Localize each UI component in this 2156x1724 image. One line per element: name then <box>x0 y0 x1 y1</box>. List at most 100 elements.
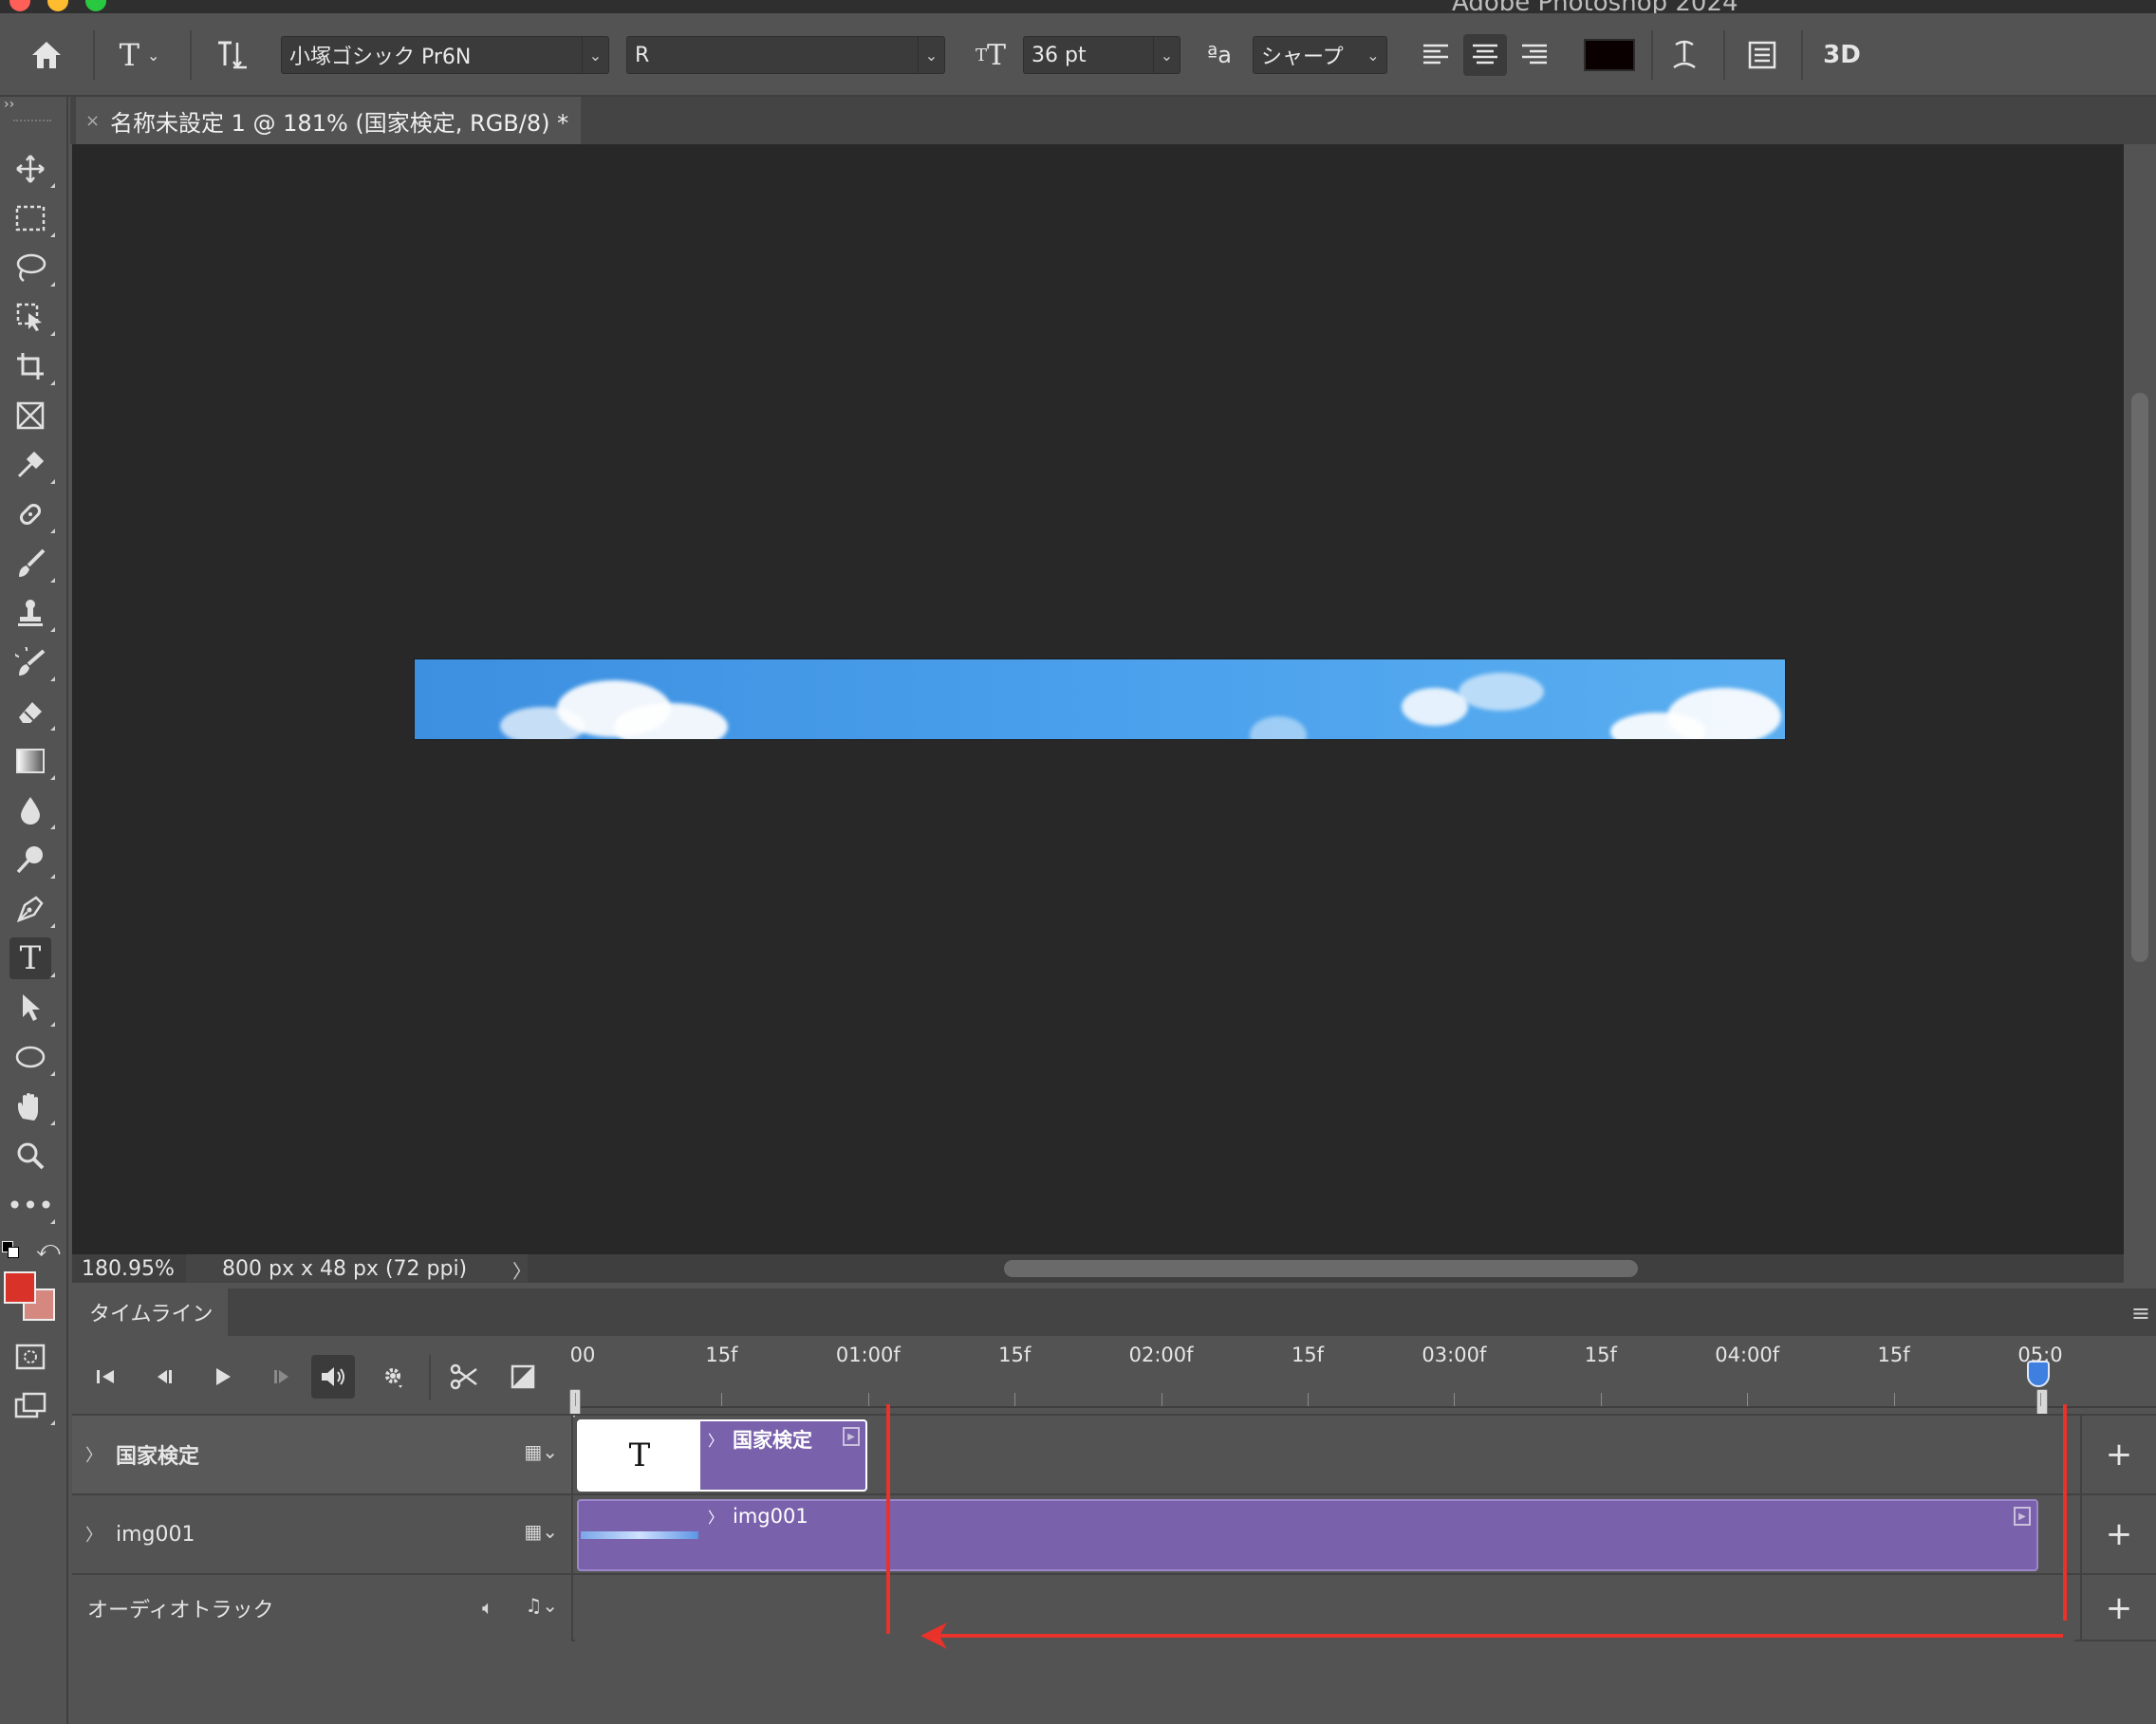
expand-track-icon[interactable]: 〉 <box>72 1442 116 1467</box>
chevron-right-icon[interactable]: 〉 <box>512 1256 531 1284</box>
track-header-img001[interactable]: 〉 img001 ▦⌄ <box>72 1495 573 1573</box>
track-header-kokka[interactable]: 〉 国家検定 ▦⌄ <box>72 1416 573 1493</box>
add-media-button[interactable]: + <box>2080 1416 2156 1493</box>
add-media-button[interactable]: + <box>2080 1495 2156 1573</box>
audio-track-lane[interactable] <box>575 1575 2074 1641</box>
playback-settings-button[interactable] <box>372 1355 416 1399</box>
align-left-button[interactable] <box>1414 34 1458 76</box>
ruler-label: 15f <box>1584 1344 1617 1366</box>
type-tool[interactable]: T <box>9 937 55 979</box>
pen-tool[interactable] <box>9 888 55 930</box>
minimize-window-button[interactable] <box>47 0 68 11</box>
expand-track-icon[interactable]: 〉 <box>72 1522 116 1547</box>
track-lane[interactable]: 〉 img001 ▶ <box>575 1495 2074 1573</box>
close-tab-icon[interactable]: × <box>85 111 110 131</box>
transition-button[interactable] <box>501 1355 545 1399</box>
home-button[interactable] <box>25 34 68 76</box>
clip-end-handle-icon[interactable]: ▶ <box>843 1427 860 1446</box>
chevron-right-icon[interactable]: 〉 <box>708 1428 723 1451</box>
timeline-tab[interactable]: タイムライン <box>72 1288 228 1336</box>
eraser-tool[interactable] <box>9 691 55 732</box>
history-brush-tool[interactable] <box>9 641 55 683</box>
document-info[interactable]: 800 px x 48 px (72 ppi) <box>186 1254 528 1283</box>
music-note-icon[interactable]: ♫⌄ <box>525 1594 558 1617</box>
add-audio-button[interactable]: + <box>2080 1575 2156 1641</box>
horizontal-scrollbar-thumb[interactable] <box>1004 1260 1638 1277</box>
hand-tool[interactable] <box>9 1085 55 1127</box>
quick-mask-button[interactable] <box>9 1336 51 1378</box>
ruler-label: 15f <box>1291 1344 1325 1366</box>
image-clip[interactable]: 〉 img001 ▶ <box>577 1499 2038 1571</box>
timeline-ruler[interactable]: 00 15f 01:00f 15f 02:00f 15f 03:00f 15f 04:00f 15… <box>569 1338 2156 1418</box>
crop-tool[interactable] <box>9 345 55 387</box>
warp-text-button[interactable] <box>1663 34 1706 76</box>
object-selection-tool[interactable] <box>9 296 55 338</box>
eyedropper-tool[interactable] <box>9 444 55 486</box>
vertical-scrollbar-thumb[interactable] <box>2131 393 2148 962</box>
blur-tool[interactable] <box>9 789 55 831</box>
sky-image[interactable] <box>414 658 1786 740</box>
mute-audio-button[interactable] <box>311 1355 355 1399</box>
zoom-level[interactable]: 180.95% <box>82 1254 175 1283</box>
marquee-tool[interactable] <box>9 197 55 239</box>
track-lane[interactable]: T 〉国家検定 ▶ <box>575 1416 2074 1493</box>
clip-end-handle-icon[interactable]: ▶ <box>2014 1507 2031 1526</box>
next-frame-button[interactable] <box>260 1355 304 1399</box>
character-panel-button[interactable] <box>1740 34 1784 76</box>
threed-button[interactable]: 3D <box>1818 34 1866 76</box>
dodge-tool[interactable] <box>9 839 55 881</box>
foreground-color-swatch[interactable] <box>4 1271 36 1304</box>
lasso-tool[interactable] <box>9 247 55 288</box>
gradient-tool[interactable] <box>9 740 55 782</box>
expand-panel-icon[interactable]: ›› <box>4 97 14 112</box>
canvas-area[interactable] <box>72 144 2124 1254</box>
speaker-icon[interactable]: 🔈︎ <box>482 1596 493 1619</box>
vertical-scrollbar[interactable] <box>2124 144 2156 1254</box>
path-selection-tool[interactable] <box>9 987 55 1029</box>
panel-grip[interactable] <box>13 120 51 123</box>
ruler-tick <box>1308 1393 1309 1406</box>
font-family-select[interactable]: 小塚ゴシック Pr6N ⌄ <box>281 36 609 74</box>
brush-tool[interactable] <box>9 543 55 584</box>
panel-menu-icon[interactable]: ≡ <box>2131 1300 2150 1326</box>
previous-frame-button[interactable] <box>142 1355 186 1399</box>
chevron-right-icon[interactable]: 〉 <box>708 1505 723 1528</box>
zoom-window-button[interactable] <box>85 0 106 11</box>
antialias-select[interactable]: シャープ ⌄ <box>1253 36 1387 74</box>
document-tab-title: 名称未設定 1 @ 181% (国家検定, RGB/8) * <box>110 109 569 137</box>
track-name: 国家検定 <box>116 1445 200 1469</box>
close-window-button[interactable] <box>9 0 30 11</box>
play-button[interactable] <box>201 1355 245 1399</box>
frame-tool[interactable] <box>9 395 51 436</box>
options-bar: T ⌄ 小塚ゴシック Pr6N ⌄ R ⌄ TT 36 pt ⌄ ªa シャープ ⌄ 3D <box>0 13 2156 97</box>
align-right-button[interactable] <box>1513 34 1556 76</box>
tool-preset-picker[interactable]: T ⌄ <box>106 34 173 76</box>
transition-icon <box>511 1364 535 1389</box>
audio-track-header[interactable]: オーディオトラック 🔈︎ ♫⌄ <box>72 1575 573 1641</box>
zoom-tool[interactable] <box>9 1135 51 1177</box>
align-center-button[interactable] <box>1463 34 1507 76</box>
ruler-tick <box>1454 1393 1456 1406</box>
font-style-select[interactable]: R ⌄ <box>626 36 945 74</box>
healing-brush-tool[interactable] <box>9 493 55 535</box>
document-tab[interactable]: × 名称未設定 1 @ 181% (国家検定, RGB/8) * <box>76 97 581 144</box>
swap-colors-icon[interactable]: ⤺ <box>36 1235 61 1262</box>
filmstrip-icon[interactable]: ▦⌄ <box>524 1520 558 1543</box>
clip-label: img001 <box>733 1505 808 1528</box>
font-size-field[interactable]: 36 pt ⌄ <box>1023 36 1180 74</box>
more-tools-button[interactable]: ••• <box>7 1184 55 1226</box>
annotation-left-line <box>886 1404 890 1634</box>
go-to-first-frame-button[interactable] <box>84 1355 127 1399</box>
split-at-playhead-button[interactable] <box>442 1355 486 1399</box>
chevron-down-icon: ⌄ <box>1153 37 1180 73</box>
clone-stamp-tool[interactable] <box>9 592 55 634</box>
text-color-swatch[interactable] <box>1583 34 1636 76</box>
text-orientation-toggle[interactable] <box>211 34 252 76</box>
screen-mode-button[interactable] <box>9 1385 55 1427</box>
ellipse-tool[interactable] <box>9 1036 55 1078</box>
move-tool[interactable] <box>9 148 55 190</box>
filmstrip-icon[interactable]: ▦⌄ <box>524 1440 558 1463</box>
default-colors-icon[interactable] <box>2 1241 19 1258</box>
text-clip[interactable]: T 〉国家検定 ▶ <box>577 1419 867 1492</box>
move-icon <box>16 155 45 183</box>
